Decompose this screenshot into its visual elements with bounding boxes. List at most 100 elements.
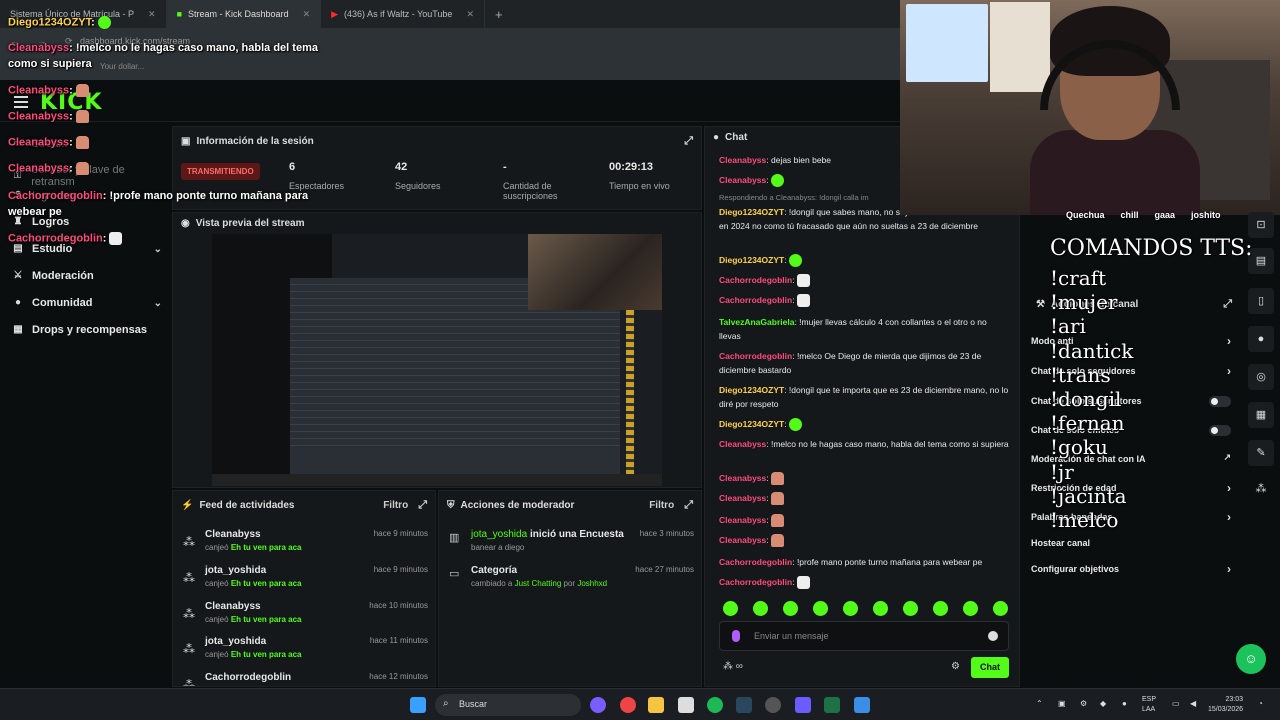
phone-icon[interactable]: ▯ bbox=[1248, 288, 1274, 314]
close-icon[interactable]: ✕ bbox=[148, 9, 156, 20]
chat-username[interactable]: Diego1234OZYT bbox=[719, 207, 784, 217]
stream-preview-video[interactable] bbox=[212, 234, 662, 486]
expand-icon[interactable]: ⤢ bbox=[684, 499, 693, 512]
excel-icon[interactable] bbox=[824, 697, 840, 713]
mod-action-sub: banear a diego bbox=[471, 543, 525, 552]
preview-title: Vista previa del stream bbox=[195, 217, 305, 229]
reward-icon: ⁂ bbox=[183, 607, 195, 621]
tab-kick-dashboard[interactable]: ■ Stream - Kick Dashboard ✕ bbox=[166, 0, 322, 28]
sidebar-item-comunidad[interactable]: ● Comunidad ⌄ bbox=[12, 297, 162, 309]
support-chat-button[interactable]: ☺ bbox=[1236, 644, 1266, 674]
emote-icon[interactable] bbox=[963, 601, 978, 616]
language-indicator[interactable]: ESP LAA bbox=[1142, 695, 1156, 715]
feed-user[interactable]: jota_yoshida bbox=[205, 565, 266, 576]
tray-settings-icon[interactable]: ⚙ bbox=[1080, 699, 1087, 708]
target-icon[interactable]: ⊡ bbox=[1248, 212, 1274, 238]
spotify-icon[interactable] bbox=[707, 697, 723, 713]
vscode-icon[interactable] bbox=[795, 697, 811, 713]
chat-username[interactable]: Cachorrodegoblin bbox=[719, 557, 792, 567]
sidebar-item-moderacion[interactable]: ⚔ Moderación bbox=[12, 270, 162, 282]
channel-action-row[interactable]: Configurar objetivos › bbox=[1031, 562, 1231, 576]
new-tab-button[interactable]: + bbox=[485, 7, 513, 22]
tab-youtube[interactable]: ▶ (436) As if Waltz - YouTube ✕ bbox=[321, 0, 485, 28]
emoji-icon[interactable] bbox=[988, 631, 998, 641]
tts-commands-list: !craft !mujer !ari !dantick !trans !dongil !fe… bbox=[1050, 266, 1133, 532]
chat-username[interactable]: Cachorrodegoblin bbox=[719, 295, 792, 305]
emote-icon[interactable] bbox=[753, 601, 768, 616]
expand-icon[interactable]: ⤢ bbox=[418, 499, 427, 512]
emote-icon[interactable] bbox=[813, 601, 828, 616]
copilot-icon[interactable] bbox=[590, 697, 606, 713]
filter-button[interactable]: Filtro bbox=[383, 500, 408, 511]
tray-steam-icon[interactable]: ◆ bbox=[1100, 699, 1106, 708]
chat-username[interactable]: TalvezAnaGabriela bbox=[719, 317, 794, 327]
emote-icon[interactable] bbox=[903, 601, 918, 616]
apps-icon[interactable]: ⁂ bbox=[1248, 476, 1274, 502]
tray-mic-icon[interactable]: ● bbox=[1122, 699, 1127, 708]
feed-user[interactable]: Cachorrodegoblin bbox=[205, 672, 291, 683]
notepad-icon[interactable] bbox=[854, 697, 870, 713]
external-link-icon: ↗ bbox=[1223, 452, 1231, 462]
tray-chevron-icon[interactable]: ⌃ bbox=[1036, 699, 1043, 708]
expand-icon[interactable]: ⤢ bbox=[684, 135, 693, 148]
chat-username[interactable]: Diego1234OZYT bbox=[719, 419, 784, 429]
gear-icon[interactable]: ⚙ bbox=[951, 661, 960, 672]
chat-username[interactable]: Cleanabyss bbox=[719, 515, 766, 525]
clock[interactable]: 23:03 15/03/2026 bbox=[1208, 695, 1243, 715]
expand-icon[interactable]: ⤢ bbox=[1223, 298, 1232, 311]
store-icon[interactable] bbox=[678, 697, 694, 713]
channel-action-label: Configurar objetivos bbox=[1031, 564, 1120, 574]
chat-username[interactable]: Cleanabyss bbox=[719, 535, 766, 545]
emote-icon[interactable] bbox=[783, 601, 798, 616]
comment-icon[interactable]: ● bbox=[1248, 326, 1274, 352]
infinity-icon[interactable]: ⁂ ∞ bbox=[723, 661, 743, 672]
wrench-icon[interactable]: ✎ bbox=[1248, 440, 1274, 466]
chat-username[interactable]: Cleanabyss bbox=[719, 155, 766, 165]
network-icon[interactable]: ▭ bbox=[1172, 699, 1180, 708]
chat-send-button[interactable]: Chat bbox=[971, 657, 1009, 678]
channel-action-row[interactable]: Hostear canal bbox=[1031, 538, 1231, 548]
tts-command: !dantick bbox=[1050, 338, 1134, 363]
emote-icon[interactable] bbox=[933, 601, 948, 616]
emote-icon[interactable] bbox=[993, 601, 1008, 616]
chat-username[interactable]: Cachorrodegoblin bbox=[719, 351, 792, 361]
windows-taskbar: ⌕ Buscar ⌃ ▣ ⚙ ◆ ● ESP LAA ▭ ◀ 23:03 15/03/… bbox=[0, 688, 1280, 720]
close-icon[interactable]: ✕ bbox=[466, 9, 474, 20]
feed-user[interactable]: jota_yoshida bbox=[205, 636, 266, 647]
emote-icon[interactable] bbox=[723, 601, 738, 616]
emote-icon[interactable] bbox=[873, 601, 888, 616]
toggle-switch[interactable] bbox=[1209, 425, 1231, 436]
filter-button[interactable]: Filtro bbox=[649, 500, 674, 511]
overlay-text: como si supiera bbox=[8, 58, 92, 70]
chat-username[interactable]: Cleanabyss bbox=[719, 493, 766, 503]
volume-icon[interactable]: ◀ bbox=[1190, 699, 1196, 708]
windows-start-icon[interactable] bbox=[410, 697, 426, 713]
chat-input[interactable]: Enviar un mensaje bbox=[719, 621, 1009, 651]
bookmark-item[interactable]: Your dollar... bbox=[100, 62, 144, 71]
hamburger-icon[interactable] bbox=[14, 96, 28, 111]
feed-user[interactable]: Cleanabyss bbox=[205, 529, 261, 540]
broadcast-icon[interactable]: ◎ bbox=[1248, 364, 1274, 390]
close-icon[interactable]: ✕ bbox=[303, 9, 311, 20]
folder-icon[interactable] bbox=[648, 697, 664, 713]
layout-icon[interactable]: ▦ bbox=[1248, 402, 1274, 428]
steam-icon[interactable] bbox=[736, 697, 752, 713]
obs-icon[interactable] bbox=[765, 697, 781, 713]
microphone-icon[interactable] bbox=[732, 630, 740, 642]
stat-value: 00:29:13 bbox=[609, 161, 654, 173]
chat-username[interactable]: Cleanabyss bbox=[719, 439, 766, 449]
chat-username[interactable]: Diego1234OZYT bbox=[719, 255, 784, 265]
chat-username[interactable]: Cleanabyss bbox=[719, 175, 766, 185]
chrome-icon[interactable] bbox=[620, 697, 636, 713]
chat-username[interactable]: Diego1234OZYT bbox=[719, 385, 784, 395]
chat-username[interactable]: Cachorrodegoblin bbox=[719, 275, 792, 285]
notification-icon[interactable]: ◔ bbox=[1258, 699, 1263, 708]
toggle-switch[interactable] bbox=[1209, 396, 1231, 407]
chat-username[interactable]: Cachorrodegoblin bbox=[719, 577, 792, 587]
emote-icon[interactable] bbox=[843, 601, 858, 616]
tray-app-icon[interactable]: ▣ bbox=[1058, 699, 1066, 708]
chat-username[interactable]: Cleanabyss bbox=[719, 473, 766, 483]
taskbar-search[interactable]: ⌕ Buscar bbox=[435, 694, 581, 716]
sidebar-item-drops[interactable]: ▦ Drops y recompensas bbox=[12, 324, 162, 336]
feed-user[interactable]: Cleanabyss bbox=[205, 601, 261, 612]
